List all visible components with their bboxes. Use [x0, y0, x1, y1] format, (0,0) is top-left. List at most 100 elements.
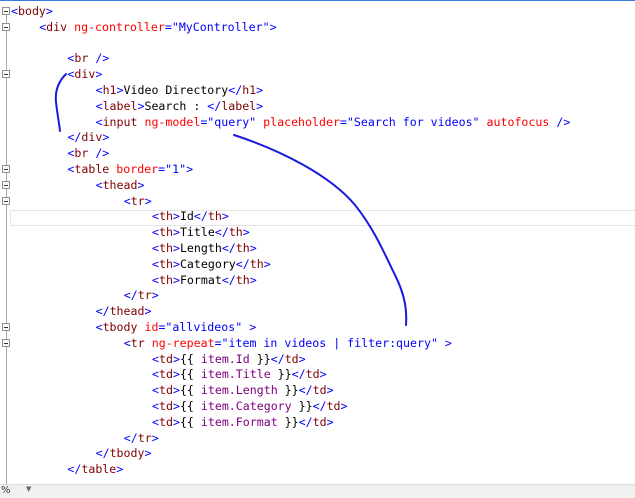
- code-token: td: [158, 367, 173, 382]
- code-token: tr: [137, 430, 152, 445]
- code-token: th: [228, 225, 243, 240]
- code-token: <: [152, 209, 159, 224]
- code-token: br: [74, 146, 89, 161]
- code-line: </tr>: [124, 287, 159, 303]
- chevron-down-icon[interactable]: ▼: [26, 485, 31, 493]
- code-token: }}: [277, 383, 299, 398]
- code-token: }}: [249, 351, 271, 366]
- code-editor[interactable]: <body> <div ng-controller="MyController">…: [0, 0, 635, 485]
- code-token: item.Id: [200, 351, 250, 366]
- code-token: th: [158, 209, 173, 224]
- code-token: label: [102, 98, 138, 113]
- code-line: </tr>: [124, 430, 159, 446]
- code-token: label: [221, 98, 257, 113]
- code-line: <h1>Video Directory</h1>: [96, 82, 264, 98]
- code-token: "1": [165, 162, 187, 176]
- collapse-icon[interactable]: [2, 180, 10, 189]
- code-token: placeholder: [263, 114, 340, 129]
- code-token: <: [95, 83, 103, 97]
- zoom-level[interactable]: %: [1, 485, 11, 496]
- code-line: <th>Title</th>: [152, 224, 250, 240]
- code-token: {{: [179, 399, 201, 413]
- code-line: <br />: [67, 50, 109, 66]
- code-line: <tr>: [124, 193, 152, 209]
- code-token: =: [164, 19, 172, 34]
- collapse-icon[interactable]: [2, 338, 10, 347]
- code-token: item.Format: [200, 414, 278, 429]
- code-token: table: [74, 162, 110, 176]
- code-token: th: [235, 241, 250, 255]
- collapse-icon[interactable]: [2, 165, 10, 173]
- collapse-icon[interactable]: [2, 196, 10, 205]
- code-token: />: [95, 51, 110, 66]
- code-token: </: [228, 83, 243, 97]
- status-bar: % ▼: [0, 484, 635, 498]
- code-token: Format: [179, 272, 222, 287]
- code-token: >: [172, 399, 180, 413]
- code-token: Video Directory: [123, 83, 229, 97]
- code-token: </: [270, 351, 285, 366]
- code-token: td: [312, 383, 327, 398]
- code-token: {{: [179, 414, 201, 429]
- code-token: </: [312, 399, 327, 413]
- code-token: item.Category: [200, 399, 292, 413]
- code-line: </table>: [67, 461, 123, 477]
- code-line: <label>Search : </label>: [96, 98, 264, 114]
- code-token: div: [74, 67, 96, 82]
- code-line: </div>: [67, 129, 109, 145]
- code-token: ng-model: [144, 114, 201, 129]
- code-token: body: [17, 4, 46, 18]
- collapse-icon[interactable]: [2, 7, 10, 15]
- code-token: autofocus: [486, 114, 550, 129]
- code-token: </: [193, 209, 208, 224]
- code-token: >: [340, 399, 348, 413]
- code-token: </: [123, 288, 138, 303]
- code-token: td: [158, 414, 173, 429]
- code-token: >: [263, 256, 271, 271]
- code-token: tr: [137, 288, 152, 303]
- code-token: </: [95, 304, 110, 319]
- collapse-icon[interactable]: [2, 70, 10, 79]
- collapse-icon[interactable]: [2, 22, 10, 31]
- code-token: >: [444, 335, 452, 350]
- code-token: >: [144, 304, 152, 319]
- code-token: >: [102, 130, 110, 145]
- code-token: }}: [277, 414, 299, 429]
- code-token: >: [172, 241, 180, 255]
- code-token: tr: [130, 193, 145, 208]
- code-token: </: [123, 430, 138, 445]
- code-token: tbody: [109, 446, 145, 461]
- code-token: >: [186, 162, 194, 176]
- code-line: </thead>: [96, 303, 152, 319]
- code-token: <: [95, 320, 103, 334]
- code-token: td: [305, 367, 320, 382]
- code-line: <td>{{ item.Format }}</td>: [152, 414, 334, 430]
- code-token: <: [123, 335, 131, 350]
- code-line: <tbody id="allvideos" >: [96, 319, 257, 335]
- code-token: >: [249, 272, 257, 287]
- code-token: </: [214, 225, 229, 240]
- code-token: >: [256, 98, 264, 113]
- code-token: >: [172, 367, 180, 382]
- code-token: >: [249, 320, 257, 334]
- collapse-icon[interactable]: [2, 323, 10, 331]
- code-token: br: [74, 51, 89, 66]
- code-token: h1: [242, 83, 257, 97]
- code-line: <thead>: [96, 177, 145, 193]
- code-line: </tbody>: [96, 445, 152, 461]
- code-token: </: [95, 446, 110, 461]
- code-line: <td>{{ item.Length }}</td>: [152, 382, 334, 398]
- code-token: Title: [179, 225, 215, 240]
- code-line: <br />: [67, 145, 109, 161]
- code-token: Category: [179, 256, 236, 271]
- code-token: >: [137, 177, 145, 192]
- code-token: >: [95, 67, 103, 82]
- code-token: thead: [109, 304, 145, 319]
- code-token: <: [152, 399, 159, 413]
- code-token: <: [95, 114, 103, 129]
- code-token: h1: [102, 83, 117, 97]
- code-token: td: [284, 351, 299, 366]
- code-token: >: [319, 367, 327, 382]
- code-token: >: [172, 351, 180, 366]
